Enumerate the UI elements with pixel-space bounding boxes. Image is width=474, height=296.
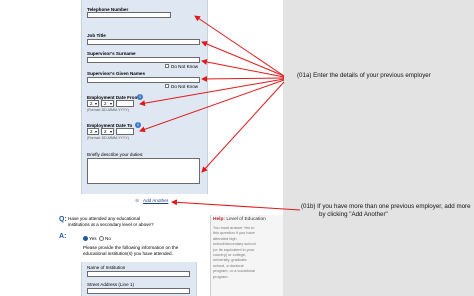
arrow-telephone — [194, 15, 285, 77]
arrow-date-from — [139, 78, 285, 107]
arrow-job-title — [201, 41, 285, 77]
arrow-duties — [201, 81, 285, 173]
annotation-01b-line2: by clicking "Add Another" — [319, 211, 388, 218]
arrow-surname — [201, 59, 285, 78]
annotation-01b-line1: (01b) If you have more than one previous… — [301, 203, 471, 210]
arrow-given-names — [201, 75, 285, 82]
annotation-01a: (01a) Enter the details of your previous… — [297, 72, 431, 79]
arrow-add-another — [171, 199, 301, 211]
annotation-arrows — [139, 15, 301, 211]
